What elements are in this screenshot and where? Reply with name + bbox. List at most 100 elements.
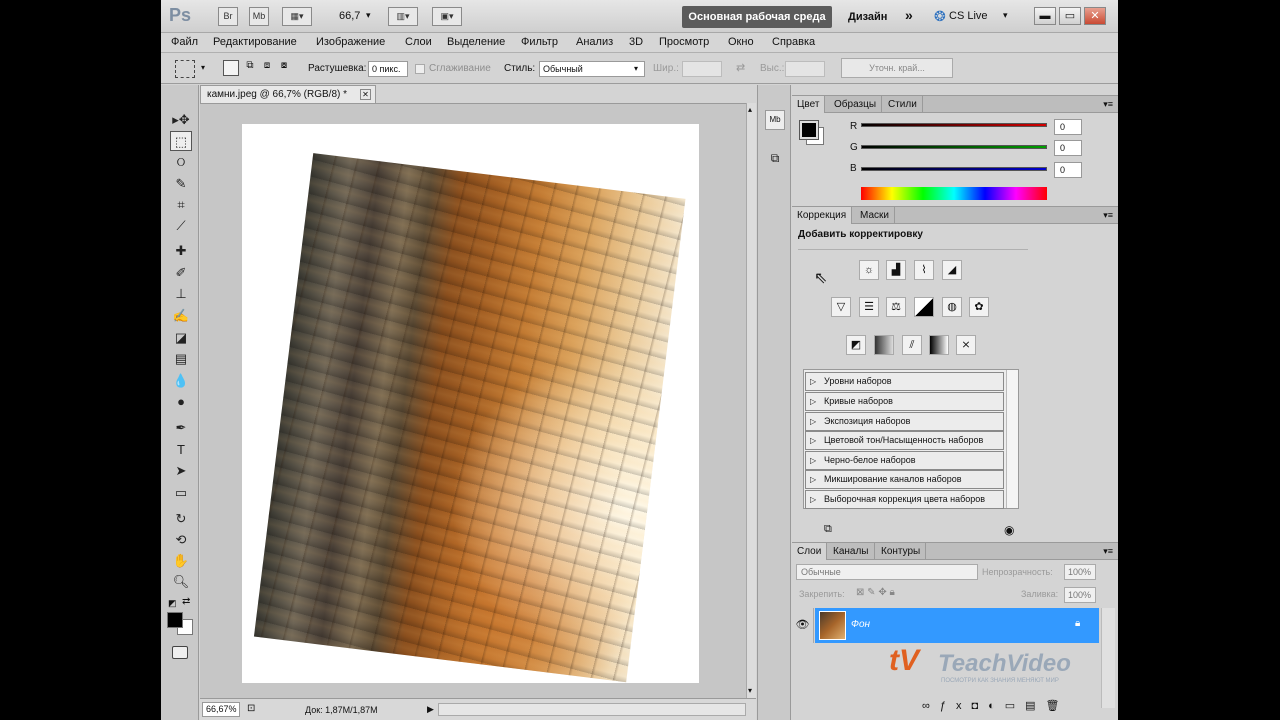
menu-layer[interactable]: Слои (405, 36, 432, 48)
menu-filter[interactable]: Фильтр (521, 36, 558, 48)
threshold-icon[interactable]: ⫽ (902, 335, 922, 355)
preset-levels[interactable]: Уровни наборов (805, 372, 1004, 391)
history-panel-icon[interactable]: ⧉ (765, 151, 785, 171)
preset-curves[interactable]: Кривые наборов (805, 392, 1004, 411)
antialias-checkbox[interactable] (415, 64, 425, 74)
menu-help[interactable]: Справка (772, 36, 815, 48)
lasso-tool-icon[interactable]: ଠ (170, 152, 192, 172)
status-menu-arrow-icon[interactable]: ▶ (427, 704, 434, 715)
mini-bridge-panel-icon[interactable]: Mb (765, 110, 785, 130)
style-select[interactable]: Обычный (539, 61, 645, 77)
document-tab[interactable]: камни.jpeg @ 66,7% (RGB/8) * ✕ (200, 85, 376, 103)
zoom-level[interactable]: 66,7 (339, 10, 360, 22)
preset-exposure[interactable]: Экспозиция наборов (805, 412, 1004, 431)
hand-tool-icon[interactable]: ✋ (170, 551, 192, 571)
more-workspaces-icon[interactable]: » (905, 7, 913, 23)
chevron-down-icon[interactable]: ▾ (201, 63, 205, 72)
scroll-down-icon[interactable]: ▾ (748, 686, 752, 695)
maximize-button[interactable]: ▭ (1059, 7, 1081, 25)
workspace-essentials-button[interactable]: Основная рабочая среда (682, 6, 832, 28)
workspace-design-button[interactable]: Дизайн (848, 11, 887, 23)
rect-marquee-preset-icon[interactable] (175, 60, 195, 78)
close-button[interactable]: ✕ (1084, 7, 1106, 25)
foreground-color-swatch[interactable] (167, 612, 183, 628)
bridge-button[interactable]: Br (218, 7, 238, 26)
curves-icon[interactable]: ⌇ (914, 260, 934, 280)
color-ramp[interactable] (861, 187, 1047, 200)
history-brush-tool-icon[interactable]: ✍ (170, 306, 192, 326)
quick-selection-tool-icon[interactable]: ✎ (170, 174, 192, 194)
type-tool-icon[interactable]: T (170, 440, 192, 460)
invert-icon[interactable]: ◩ (846, 335, 866, 355)
menu-edit[interactable]: Редактирование (213, 36, 297, 48)
eye-visibility-icon[interactable]: 👁︎ (792, 608, 814, 643)
menu-window[interactable]: Окно (728, 36, 754, 48)
channel-b-slider[interactable] (861, 167, 1047, 171)
menu-image[interactable]: Изображение (316, 36, 385, 48)
tab-paths[interactable]: Контуры (876, 543, 927, 560)
new-selection-icon[interactable] (223, 60, 239, 76)
status-info-icon[interactable]: ⊡ (247, 703, 255, 714)
eraser-tool-icon[interactable]: ◪ (170, 328, 192, 348)
clip-to-layer-icon[interactable]: ⧉ (824, 523, 832, 536)
chevron-down-icon[interactable]: ▾ (634, 64, 638, 73)
intersect-selection-icon[interactable]: ⧇ (276, 60, 292, 76)
tab-color[interactable]: Цвет (792, 96, 826, 113)
swap-icon[interactable]: ⇄ (736, 61, 745, 74)
quick-mask-icon[interactable] (172, 646, 188, 659)
clone-stamp-tool-icon[interactable]: ⊥ (170, 284, 192, 304)
menu-analysis[interactable]: Анализ (576, 36, 613, 48)
crop-tool-icon[interactable]: ⌗ (170, 195, 192, 215)
channel-b-input[interactable]: 0 (1054, 162, 1082, 178)
swap-colors-icon[interactable]: ⇄ (182, 596, 190, 607)
vertical-scrollbar[interactable]: ▴ ▾ (746, 103, 756, 698)
pen-tool-icon[interactable]: ✒ (170, 418, 192, 438)
panel-menu-icon[interactable]: ▾≡ (1103, 210, 1113, 221)
layer-footer-icons[interactable]: ∞ƒx◘◐▭▤🗑︎ (922, 699, 1070, 712)
channel-g-input[interactable]: 0 (1054, 140, 1082, 156)
preset-hue-saturation[interactable]: Цветовой тон/Насыщенность наборов (805, 431, 1004, 450)
menu-3d[interactable]: 3D (629, 36, 643, 48)
fg-swatch[interactable] (799, 120, 819, 140)
view-extras-button[interactable]: ▦▾ (282, 7, 312, 26)
chevron-down-icon[interactable]: ▾ (1003, 10, 1008, 21)
gradient-map-icon[interactable] (929, 335, 949, 355)
hue-saturation-icon[interactable]: ☰ (859, 297, 879, 317)
refine-edge-button[interactable]: Уточн. край... (841, 58, 953, 78)
rectangle-shape-tool-icon[interactable]: ▭ (170, 483, 192, 503)
channel-mixer-icon[interactable]: ✿ (969, 297, 989, 317)
black-white-icon[interactable] (914, 297, 934, 317)
photo-filter-icon[interactable]: ◍ (942, 297, 962, 317)
tab-masks[interactable]: Маски (855, 207, 895, 224)
blur-tool-icon[interactable]: 💧 (170, 371, 192, 391)
subtract-selection-icon[interactable]: ⧈ (259, 60, 275, 76)
preset-channel-mixer[interactable]: Микширование каналов наборов (805, 470, 1004, 489)
layer-row-background[interactable]: Фон 🔒︎ (815, 608, 1099, 643)
brush-tool-icon[interactable]: ✐ (170, 263, 192, 283)
channel-r-input[interactable]: 0 (1054, 119, 1082, 135)
cs-live-menu[interactable]: CS Live (949, 10, 988, 22)
channel-r-slider[interactable] (861, 123, 1047, 127)
panel-menu-icon[interactable]: ▾≡ (1103, 99, 1113, 110)
gradient-tool-icon[interactable]: ▤ (170, 349, 192, 369)
rect-marquee-tool-icon[interactable]: ⬚ (170, 131, 192, 151)
selective-color-icon[interactable]: ⨯ (956, 335, 976, 355)
close-icon[interactable]: ✕ (360, 89, 371, 100)
layer-name[interactable]: Фон (851, 619, 870, 630)
levels-icon[interactable]: ▟ (886, 260, 906, 280)
brightness-contrast-icon[interactable]: ☼ (859, 260, 879, 280)
healing-brush-tool-icon[interactable]: ✚ (170, 241, 192, 261)
channel-g-slider[interactable] (861, 145, 1047, 149)
status-zoom-input[interactable]: 66,67% (202, 702, 240, 717)
exposure-icon[interactable]: ◢ (942, 260, 962, 280)
menu-file[interactable]: Файл (171, 36, 198, 48)
screen-mode-button[interactable]: ▣▾ (432, 7, 462, 26)
toggle-visibility-icon[interactable]: ◉ (1004, 523, 1014, 537)
lock-icons[interactable]: ⊠ ✎ ✥ 🔒︎ (856, 587, 895, 598)
canvas[interactable] (242, 124, 699, 683)
opacity-input[interactable]: 100% (1064, 564, 1096, 580)
tab-styles[interactable]: Стили (883, 96, 923, 113)
chevron-down-icon[interactable]: ▾ (366, 10, 371, 21)
tab-adjustments[interactable]: Коррекция (792, 207, 853, 224)
posterize-icon[interactable] (874, 335, 894, 355)
